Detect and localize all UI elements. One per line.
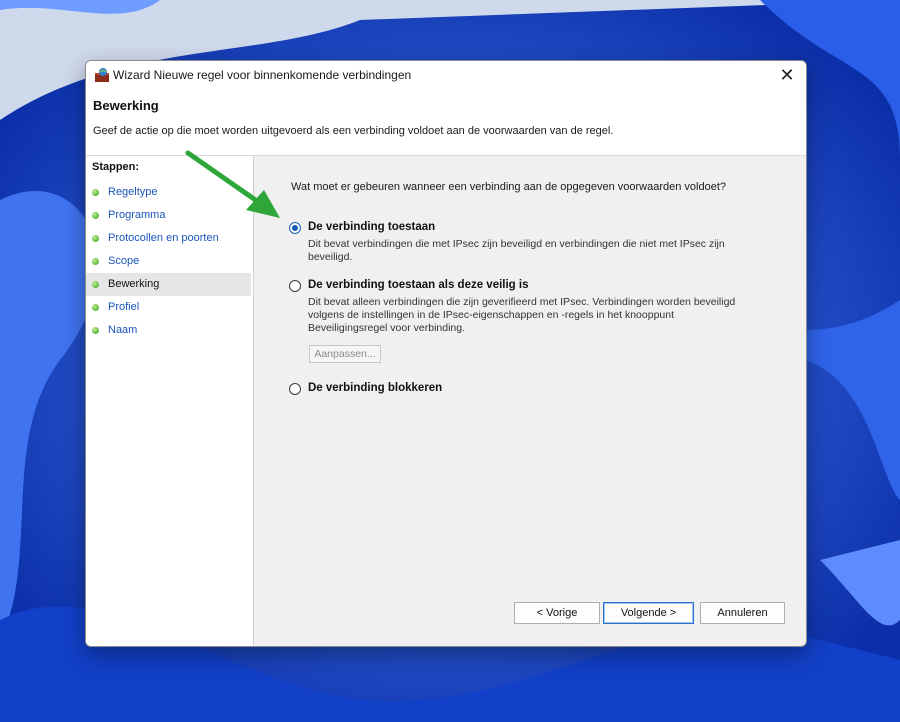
step-status-icon — [92, 258, 99, 265]
option-allow-label[interactable]: De verbinding toestaan — [308, 221, 435, 233]
customize-button[interactable]: Aanpassen... — [309, 345, 381, 363]
step-status-icon — [92, 327, 99, 334]
firewall-app-icon — [95, 68, 109, 82]
back-button[interactable]: < Vorige — [514, 602, 600, 624]
step-label: Profiel — [108, 301, 140, 313]
action-question: Wat moet er gebeuren wanneer een verbind… — [291, 181, 727, 193]
radio-allow-if-secure[interactable] — [289, 280, 301, 292]
step-label: Naam — [108, 324, 138, 336]
main-content: Wat moet er gebeuren wanneer een verbind… — [254, 156, 806, 646]
annotation-arrow-icon — [185, 150, 280, 218]
wizard-header: Bewerking Geef de actie op die moet word… — [86, 89, 806, 156]
step-status-icon — [92, 281, 99, 288]
radio-allow[interactable] — [289, 222, 301, 234]
step-label: Scope — [108, 255, 140, 267]
steps-title: Stappen: — [92, 161, 140, 173]
step-label: Bewerking — [108, 278, 160, 290]
step-naam[interactable]: Naam — [86, 319, 251, 342]
step-status-icon — [92, 235, 99, 242]
next-button[interactable]: Volgende > — [603, 602, 694, 624]
radio-block[interactable] — [289, 383, 301, 395]
page-title: Bewerking — [93, 98, 159, 113]
step-bewerking[interactable]: Bewerking — [86, 273, 251, 296]
step-label: Protocollen en poorten — [108, 232, 219, 244]
step-status-icon — [92, 304, 99, 311]
step-profiel[interactable]: Profiel — [86, 296, 251, 319]
step-status-icon — [92, 212, 99, 219]
close-button[interactable]: ✕ — [768, 61, 806, 89]
step-label: Programma — [108, 209, 166, 221]
page-description: Geef de actie op die moet worden uitgevo… — [93, 125, 614, 137]
option-block-label[interactable]: De verbinding blokkeren — [308, 382, 442, 394]
step-protocollen-en-poorten[interactable]: Protocollen en poorten — [86, 227, 251, 250]
cancel-button[interactable]: Annuleren — [700, 602, 785, 624]
step-label: Regeltype — [108, 186, 158, 198]
window-title: Wizard Nieuwe regel voor binnenkomende v… — [113, 68, 412, 82]
step-status-icon — [92, 189, 99, 196]
option-allow-description: Dit bevat verbindingen die met IPsec zij… — [308, 238, 725, 263]
title-bar[interactable]: Wizard Nieuwe regel voor binnenkomende v… — [86, 61, 806, 89]
close-icon: ✕ — [779, 64, 795, 85]
option-allow-if-secure-description: Dit bevat alleen verbindingen die zijn g… — [308, 296, 736, 334]
step-scope[interactable]: Scope — [86, 250, 251, 273]
option-allow-if-secure-label[interactable]: De verbinding toestaan als deze veilig i… — [308, 279, 529, 291]
wizard-window: Wizard Nieuwe regel voor binnenkomende v… — [85, 60, 807, 647]
